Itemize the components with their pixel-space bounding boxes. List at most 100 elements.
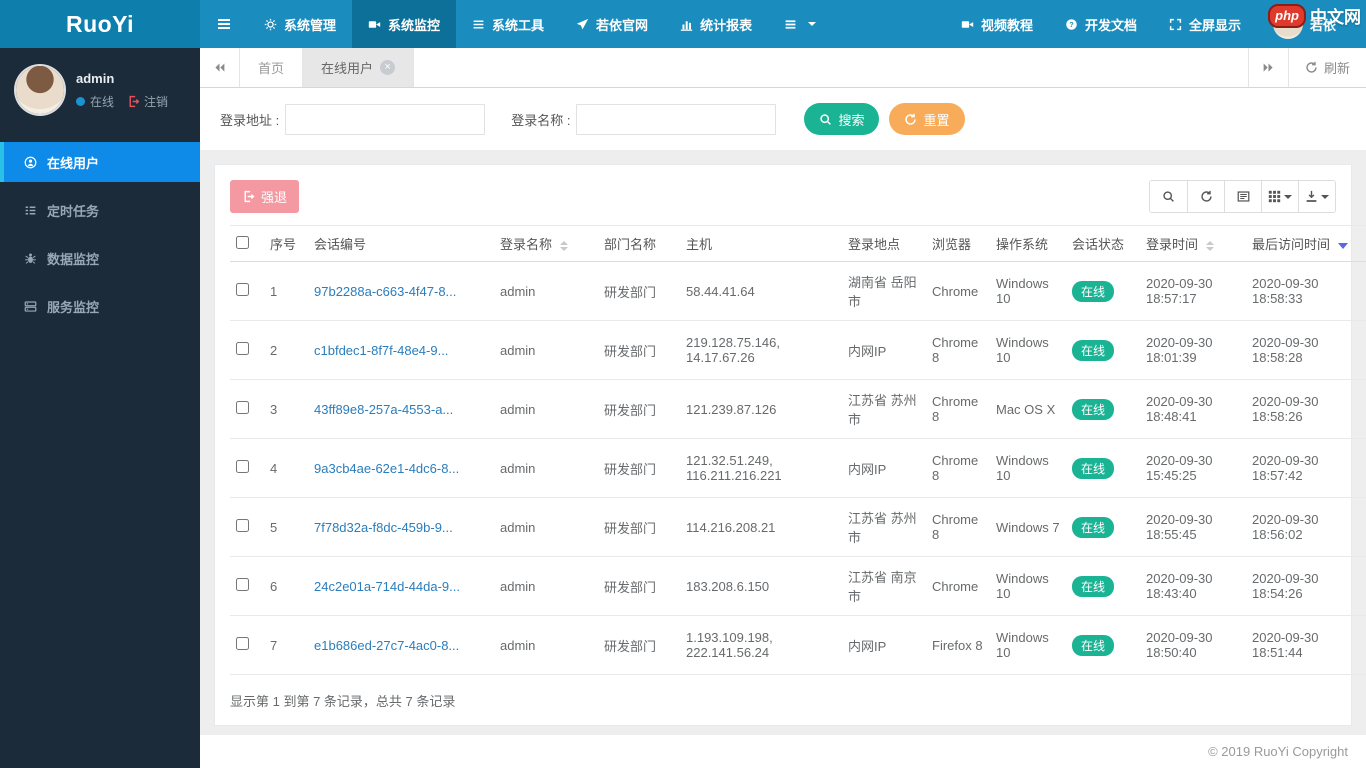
toggle-search-button[interactable] [1150,181,1187,212]
host: 121.32.51.249, 116.211.216.221 [680,438,842,498]
os: Windows 10 [990,556,1066,616]
row-index: 7 [264,615,308,675]
login-time: 2020-09-30 18:50:40 [1140,615,1246,675]
host: 183.208.6.150 [680,556,842,616]
refresh-table-button[interactable] [1187,181,1224,212]
columns-button[interactable] [1261,181,1298,212]
login-location: 内网IP [842,615,926,675]
sidebar-item-online-users[interactable]: 在线用户 [0,142,200,182]
search-button[interactable]: 搜索 [804,103,880,135]
browser: Chrome [926,556,990,616]
col-login-time[interactable]: 登录时间 [1140,225,1246,262]
bug-icon [25,252,36,264]
session-id-link[interactable]: 43ff89e8-257a-4553-a... [314,402,453,417]
session-id-link[interactable]: 9a3cb4ae-62e1-4dc6-8... [314,461,459,476]
table-row: 5 7f78d32a-f8dc-459b-9... admin 研发部门 114.216… [230,497,1366,557]
login-name: admin [494,379,598,439]
main-content: 首页 在线用户 × 刷新 登录地址 : 登录名称 : 搜索 重置 强退 序号 会… [200,0,1366,768]
row-checkbox[interactable] [236,283,249,296]
dept-name: 研发部门 [598,320,680,380]
nav-item-dev-docs[interactable]: ? 开发文档 [1049,0,1153,48]
table-header-row: 序号 会话编号 登录名称 部门名称 主机 登录地点 浏览器 操作系统 会话状态 … [230,225,1366,262]
sidebar-item-service-monitor[interactable]: 服务监控 [0,286,200,326]
row-checkbox[interactable] [236,578,249,591]
php-logo: php [1268,3,1306,28]
export-button[interactable] [1298,181,1335,212]
sort-icon [1206,240,1215,251]
tab-label: 首页 [258,61,285,76]
session-id-link[interactable]: 7f78d32a-f8dc-459b-9... [314,520,453,535]
force-logout-button[interactable]: 强退 [230,180,300,213]
close-icon[interactable]: × [380,60,396,75]
nav-item-statistics[interactable]: 统计报表 [664,0,768,48]
browser: Chrome [926,261,990,321]
tab-home[interactable]: 首页 [240,48,304,87]
login-location: 江苏省 苏州市 [842,497,926,557]
reset-button[interactable]: 重置 [889,103,965,135]
nav-item-official-site[interactable]: 若依官网 [560,0,664,48]
row-checkbox[interactable] [236,519,249,532]
status-badge: 在线 [1072,398,1115,420]
row-checkbox[interactable] [236,637,249,650]
nav-item-system-monitor[interactable]: 系统监控 [352,0,457,48]
sidebar-item-data-monitor[interactable]: 数据监控 [0,238,200,278]
dept-name: 研发部门 [598,556,680,616]
login-name-input[interactable] [576,103,777,135]
avatar [16,66,64,114]
toggle-detail-view-button[interactable] [1224,181,1261,212]
dept-name: 研发部门 [598,379,680,439]
logout-link[interactable]: 注销 [127,93,168,110]
table-row: 4 9a3cb4ae-62e1-4dc6-8... admin 研发部门 121.32.… [230,438,1366,498]
select-all-checkbox[interactable] [236,235,249,249]
nav-item-system-manage[interactable]: 系统管理 [248,0,352,48]
tab-online-users[interactable]: 在线用户 × [303,48,415,87]
nav-item-more-dropdown[interactable] [768,0,832,48]
sidebar-item-scheduled-tasks[interactable]: 定时任务 [0,190,200,230]
login-location: 江苏省 南京市 [842,556,926,616]
col-last-access[interactable]: 最后访问时间 [1246,225,1362,262]
last-access-time: 2020-09-30 18:57:42 [1246,438,1362,498]
login-name: admin [494,438,598,498]
gear-icon [264,18,277,30]
login-location: 内网IP [842,438,926,498]
tabs-scroll-right-button[interactable] [1247,48,1288,87]
col-browser: 浏览器 [926,225,990,262]
nav-label: 若依官网 [596,17,649,33]
row-checkbox[interactable] [236,460,249,473]
login-name: admin [494,497,598,557]
sidebar-item-label: 数据监控 [47,251,100,267]
sidebar-item-label: 服务监控 [47,299,100,315]
nav-item-system-tools[interactable]: 系统工具 [456,0,560,48]
table-toolbar: 强退 [230,180,1336,213]
sidebar-item-label: 在线用户 [47,155,100,171]
table-row: 3 43ff89e8-257a-4553-a... admin 研发部门 121.239… [230,379,1366,439]
dept-name: 研发部门 [598,438,680,498]
server-icon [24,300,37,312]
last-access-time: 2020-09-30 18:58:28 [1246,320,1362,380]
col-login-name[interactable]: 登录名称 [494,225,598,262]
browser: Firefox 8 [926,615,990,675]
col-host: 主机 [680,225,842,262]
chevron-down-icon [808,22,817,26]
table-tools-group [1149,180,1336,213]
session-id-link[interactable]: 24c2e01a-714d-44da-9... [314,579,460,594]
login-name: admin [494,261,598,321]
nav-item-fullscreen[interactable]: 全屏显示 [1153,0,1257,48]
tabs-scroll-left-button[interactable] [200,48,240,87]
nav-label: 系统工具 [492,17,545,33]
sidebar-toggle-button[interactable] [200,0,248,48]
row-checkbox[interactable] [236,401,249,414]
app-logo[interactable]: RuoYi [0,0,200,48]
sort-desc-icon [1338,242,1349,249]
login-address-input[interactable] [285,103,486,135]
double-right-icon [1263,63,1273,72]
session-id-link[interactable]: c1bfdec1-8f7f-48e4-9... [314,343,448,358]
login-name: admin [494,320,598,380]
last-access-time: 2020-09-30 18:58:26 [1246,379,1362,439]
session-id-link[interactable]: e1b686ed-27c7-4ac0-8... [314,638,459,653]
session-id-link[interactable]: 97b2288a-c663-4f47-8... [314,284,456,299]
refresh-tab-button[interactable]: 刷新 [1287,48,1366,87]
row-checkbox[interactable] [236,342,249,355]
hamburger-icon [218,19,230,29]
nav-item-video-tutorial[interactable]: 视频教程 [945,0,1049,48]
